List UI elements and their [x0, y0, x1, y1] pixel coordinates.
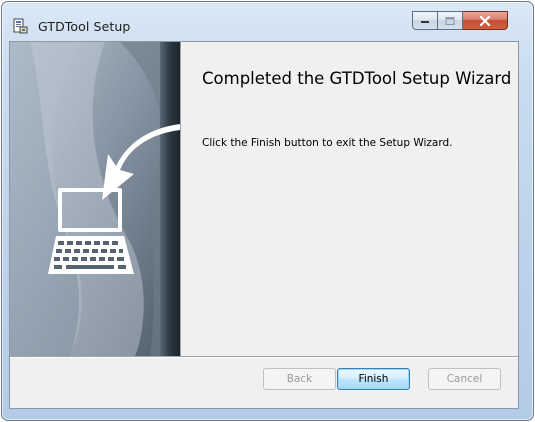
button-area-divider-highlight — [10, 357, 518, 358]
installer-package-icon — [13, 18, 28, 34]
minimize-button[interactable] — [412, 11, 438, 30]
close-icon — [479, 15, 491, 26]
computer-return-arrow-illustration — [10, 42, 180, 356]
maximize-icon — [445, 16, 455, 25]
wizard-client-area: Completed the GTDTool Setup Wizard Click… — [9, 41, 519, 409]
setup-window: GTDTool Setup Completed the GTDTool Setu… — [1, 1, 534, 421]
wizard-banner — [10, 42, 180, 356]
banner-divider — [180, 42, 181, 356]
finish-button[interactable]: Finish — [337, 368, 410, 390]
cancel-button[interactable]: Cancel — [428, 368, 501, 390]
wizard-headline: Completed the GTDTool Setup Wizard — [202, 69, 512, 88]
maximize-button[interactable] — [438, 11, 463, 30]
title-bar[interactable]: GTDTool Setup — [2, 2, 533, 40]
window-title: GTDTool Setup — [38, 19, 131, 34]
back-button[interactable]: Back — [263, 368, 336, 390]
close-button[interactable] — [463, 11, 508, 30]
minimize-icon — [421, 20, 429, 23]
wizard-instructions: Click the Finish button to exit the Setu… — [202, 137, 453, 149]
caption-buttons — [412, 11, 508, 31]
